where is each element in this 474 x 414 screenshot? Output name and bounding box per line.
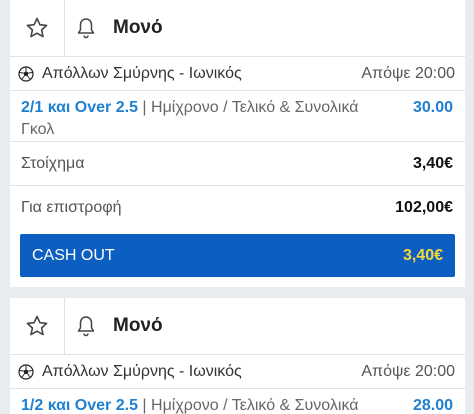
bet-card-header: Μονό bbox=[10, 0, 465, 57]
selection-market: Ημίχρονο / Τελικό & Συνολικά bbox=[151, 397, 359, 414]
match-row[interactable]: Απόλλων Σμύρνης - Ιωνικός Απόψε 20:00 bbox=[10, 355, 465, 389]
selection-pick: 2/1 και Over 2.5 bbox=[21, 99, 138, 116]
selection-odds: 28.00 bbox=[412, 397, 453, 414]
selection-row: 1/2 και Over 2.5 | Ημίχρονο / Τελικό & Σ… bbox=[10, 389, 465, 414]
favorite-button[interactable] bbox=[10, 0, 65, 56]
stake-value: 3,40€ bbox=[412, 154, 453, 172]
selection-pick: 1/2 και Over 2.5 bbox=[21, 397, 138, 414]
stake-label: Στοίχημα bbox=[21, 154, 85, 172]
match-time: Απόψε 20:00 bbox=[361, 362, 455, 380]
star-icon bbox=[26, 17, 48, 38]
selection-separator: | bbox=[137, 99, 152, 116]
selection-row: 2/1 και Over 2.5 | Ημίχρονο / Τελικό & Σ… bbox=[10, 91, 465, 141]
favorite-button[interactable] bbox=[10, 298, 65, 354]
bet-slip-card: Μονό Απόλλων Σμύρνης - Ιωνικός Απόψε 20:… bbox=[10, 0, 465, 287]
match-time: Απόψε 20:00 bbox=[361, 64, 455, 82]
bell-icon bbox=[77, 316, 95, 337]
selection-separator: | bbox=[137, 397, 152, 414]
soccer-ball-icon bbox=[18, 65, 34, 82]
return-label: Για επιστροφή bbox=[21, 198, 122, 216]
bet-slip-card: Μονό Απόλλων Σμύρνης - Ιωνικός Απόψε 20:… bbox=[10, 298, 465, 414]
bet-type-title: Μονό bbox=[113, 17, 163, 38]
star-icon bbox=[26, 315, 48, 336]
cash-out-value: 3,40€ bbox=[402, 246, 443, 264]
match-teams: Απόλλων Σμύρνης - Ιωνικός bbox=[42, 362, 242, 380]
cash-out-button[interactable]: CASH OUT 3,40€ bbox=[20, 234, 455, 277]
return-row: Για επιστροφή 102,00€ bbox=[10, 185, 465, 229]
bet-type-title: Μονό bbox=[113, 315, 163, 336]
cash-out-label: CASH OUT bbox=[32, 246, 115, 264]
soccer-ball-icon bbox=[18, 363, 34, 380]
bell-icon bbox=[77, 18, 95, 39]
notification-button[interactable] bbox=[65, 298, 107, 354]
return-value: 102,00€ bbox=[395, 198, 453, 216]
stake-row: Στοίχημα 3,40€ bbox=[10, 141, 465, 185]
selection-odds: 30.00 bbox=[412, 99, 453, 116]
bet-card-header: Μονό bbox=[10, 298, 465, 355]
match-row[interactable]: Απόλλων Σμύρνης - Ιωνικός Απόψε 20:00 bbox=[10, 57, 465, 91]
notification-button[interactable] bbox=[65, 0, 107, 56]
match-teams: Απόλλων Σμύρνης - Ιωνικός bbox=[42, 64, 242, 82]
